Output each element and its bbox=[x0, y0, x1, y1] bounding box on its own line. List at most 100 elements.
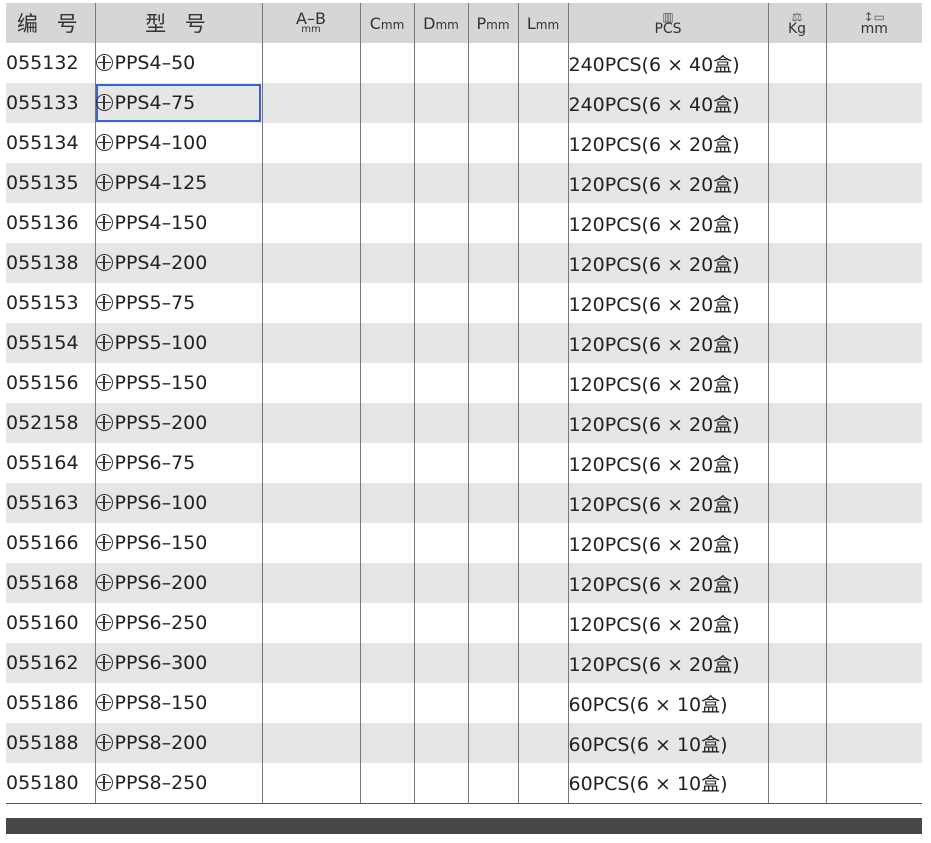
l-cell[interactable] bbox=[517, 443, 569, 483]
table-row[interactable]: 055188 PPS8–200 60PCS(6 × 10盒) bbox=[6, 723, 922, 763]
pack-cell[interactable]: 120PCS(6 × 20盒) bbox=[567, 403, 769, 443]
code-cell[interactable]: 055156 bbox=[6, 363, 96, 403]
p-cell[interactable] bbox=[467, 323, 519, 363]
kg-cell[interactable] bbox=[767, 563, 827, 603]
code-cell[interactable]: 055138 bbox=[6, 243, 96, 283]
c-cell[interactable] bbox=[359, 123, 415, 163]
l-cell[interactable] bbox=[517, 123, 569, 163]
kg-cell[interactable] bbox=[767, 603, 827, 643]
pack-cell[interactable]: 60PCS(6 × 10盒) bbox=[567, 723, 769, 763]
code-cell[interactable]: 055164 bbox=[6, 443, 96, 483]
ab-cell[interactable] bbox=[261, 43, 361, 83]
code-cell[interactable]: 055136 bbox=[6, 203, 96, 243]
p-cell[interactable] bbox=[467, 723, 519, 763]
model-cell[interactable]: PPS8–200 bbox=[94, 723, 263, 763]
d-cell[interactable] bbox=[413, 163, 469, 203]
table-row[interactable]: 055154 PPS5–100 120PCS(6 × 20盒) bbox=[6, 323, 922, 363]
ab-cell[interactable] bbox=[261, 83, 361, 123]
d-cell[interactable] bbox=[413, 283, 469, 323]
c-cell[interactable] bbox=[359, 43, 415, 83]
size-cell[interactable] bbox=[825, 363, 922, 403]
size-cell[interactable] bbox=[825, 723, 922, 763]
kg-cell[interactable] bbox=[767, 403, 827, 443]
size-cell[interactable] bbox=[825, 323, 922, 363]
pack-cell[interactable]: 120PCS(6 × 20盒) bbox=[567, 363, 769, 403]
c-cell[interactable] bbox=[359, 563, 415, 603]
table-row[interactable]: 055186 PPS8–150 60PCS(6 × 10盒) bbox=[6, 683, 922, 723]
d-cell[interactable] bbox=[413, 123, 469, 163]
d-cell[interactable] bbox=[413, 203, 469, 243]
ab-cell[interactable] bbox=[261, 603, 361, 643]
c-cell[interactable] bbox=[359, 683, 415, 723]
size-cell[interactable] bbox=[825, 563, 922, 603]
model-cell[interactable]: PPS4–100 bbox=[94, 123, 263, 163]
l-cell[interactable] bbox=[517, 43, 569, 83]
size-cell[interactable] bbox=[825, 443, 922, 483]
table-row[interactable]: 052158 PPS5–200 120PCS(6 × 20盒) bbox=[6, 403, 922, 443]
table-row[interactable]: 055160 PPS6–250 120PCS(6 × 20盒) bbox=[6, 603, 922, 643]
p-cell[interactable] bbox=[467, 203, 519, 243]
ab-cell[interactable] bbox=[261, 683, 361, 723]
ab-cell[interactable] bbox=[261, 763, 361, 804]
model-cell[interactable]: PPS6–150 bbox=[94, 523, 263, 563]
code-cell[interactable]: 055160 bbox=[6, 603, 96, 643]
table-row[interactable]: 055138 PPS4–200 120PCS(6 × 20盒) bbox=[6, 243, 922, 283]
size-cell[interactable] bbox=[825, 643, 922, 683]
model-cell[interactable]: PPS8–150 bbox=[94, 683, 263, 723]
l-cell[interactable] bbox=[517, 603, 569, 643]
l-cell[interactable] bbox=[517, 163, 569, 203]
code-cell[interactable]: 055162 bbox=[6, 643, 96, 683]
l-cell[interactable] bbox=[517, 363, 569, 403]
pack-cell[interactable]: 120PCS(6 × 20盒) bbox=[567, 283, 769, 323]
p-cell[interactable] bbox=[467, 403, 519, 443]
c-cell[interactable] bbox=[359, 483, 415, 523]
d-cell[interactable] bbox=[413, 763, 469, 804]
pack-cell[interactable]: 120PCS(6 × 20盒) bbox=[567, 603, 769, 643]
c-cell[interactable] bbox=[359, 403, 415, 443]
c-cell[interactable] bbox=[359, 603, 415, 643]
code-cell[interactable]: 052158 bbox=[6, 403, 96, 443]
c-cell[interactable] bbox=[359, 323, 415, 363]
size-cell[interactable] bbox=[825, 83, 922, 123]
table-row[interactable]: 055132 PPS4–50 240PCS(6 × 40盒) bbox=[6, 43, 922, 83]
c-cell[interactable] bbox=[359, 443, 415, 483]
kg-cell[interactable] bbox=[767, 763, 827, 804]
code-cell[interactable]: 055135 bbox=[6, 163, 96, 203]
kg-cell[interactable] bbox=[767, 163, 827, 203]
model-cell[interactable]: PPS5–75 bbox=[94, 283, 263, 323]
table-row[interactable]: 055135 PPS4–125 120PCS(6 × 20盒) bbox=[6, 163, 922, 203]
c-cell[interactable] bbox=[359, 283, 415, 323]
p-cell[interactable] bbox=[467, 603, 519, 643]
table-row[interactable]: 055134 PPS4–100 120PCS(6 × 20盒) bbox=[6, 123, 922, 163]
size-cell[interactable] bbox=[825, 523, 922, 563]
size-cell[interactable] bbox=[825, 43, 922, 83]
model-cell[interactable]: PPS4–125 bbox=[94, 163, 263, 203]
d-cell[interactable] bbox=[413, 443, 469, 483]
l-cell[interactable] bbox=[517, 643, 569, 683]
p-cell[interactable] bbox=[467, 683, 519, 723]
pack-cell[interactable]: 120PCS(6 × 20盒) bbox=[567, 123, 769, 163]
p-cell[interactable] bbox=[467, 643, 519, 683]
l-cell[interactable] bbox=[517, 243, 569, 283]
table-row[interactable]: 055180 PPS8–250 60PCS(6 × 10盒) bbox=[6, 763, 922, 804]
pack-cell[interactable]: 60PCS(6 × 10盒) bbox=[567, 683, 769, 723]
ab-cell[interactable] bbox=[261, 163, 361, 203]
pack-cell[interactable]: 120PCS(6 × 20盒) bbox=[567, 243, 769, 283]
code-cell[interactable]: 055154 bbox=[6, 323, 96, 363]
model-cell[interactable]: PPS6–75 bbox=[94, 443, 263, 483]
code-cell[interactable]: 055132 bbox=[6, 43, 96, 83]
size-cell[interactable] bbox=[825, 763, 922, 804]
pack-cell[interactable]: 120PCS(6 × 20盒) bbox=[567, 563, 769, 603]
p-cell[interactable] bbox=[467, 363, 519, 403]
code-cell[interactable]: 055133 bbox=[6, 83, 96, 123]
size-cell[interactable] bbox=[825, 403, 922, 443]
pack-cell[interactable]: 120PCS(6 × 20盒) bbox=[567, 523, 769, 563]
c-cell[interactable] bbox=[359, 243, 415, 283]
c-cell[interactable] bbox=[359, 643, 415, 683]
c-cell[interactable] bbox=[359, 523, 415, 563]
p-cell[interactable] bbox=[467, 163, 519, 203]
ab-cell[interactable] bbox=[261, 723, 361, 763]
l-cell[interactable] bbox=[517, 203, 569, 243]
pack-cell[interactable]: 240PCS(6 × 40盒) bbox=[567, 43, 769, 83]
model-cell[interactable]: PPS4–75 bbox=[94, 83, 263, 123]
